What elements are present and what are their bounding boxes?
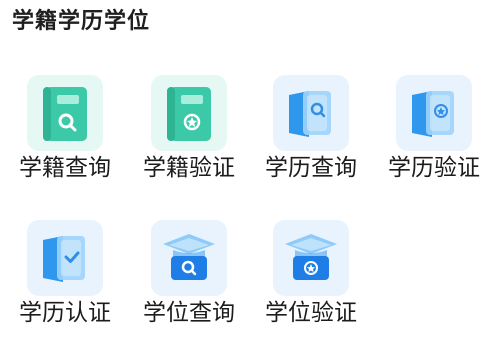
icon-tile [273,75,349,151]
icon-tile [151,75,227,151]
grad-cap-search-icon [163,234,215,280]
service-label: 学籍验证 [143,155,235,181]
service-label: 学历验证 [388,155,480,181]
service-label: 学历认证 [19,300,111,326]
service-xueji-verify[interactable]: 学籍验证 [128,75,250,195]
service-label: 学历查询 [265,155,357,181]
icon-tile [273,220,349,296]
book-verify-icon [167,87,211,141]
icon-tile [396,75,472,151]
service-label: 学位查询 [143,300,235,326]
service-label: 学位验证 [265,300,357,326]
service-xueji-query[interactable]: 学籍查询 [4,75,126,195]
folder-search-icon [289,91,331,137]
icon-tile [27,220,103,296]
service-xueli-certify[interactable]: 学历认证 [4,220,126,340]
folder-verify-icon [412,91,454,137]
service-xuewei-query[interactable]: 学位查询 [128,220,250,340]
service-label: 学籍查询 [19,155,111,181]
book-search-icon [43,87,87,141]
service-grid: 学籍查询 学籍验证 学历查询 学历验证 学历认证 学位查询 学位验证 [0,0,500,333]
icon-tile [27,75,103,151]
folder-check-icon [43,236,85,282]
service-xueli-verify[interactable]: 学历验证 [373,75,495,195]
grad-cap-verify-icon [285,234,337,280]
icon-tile [151,220,227,296]
service-xueli-query[interactable]: 学历查询 [250,75,372,195]
service-xuewei-verify[interactable]: 学位验证 [250,220,372,340]
